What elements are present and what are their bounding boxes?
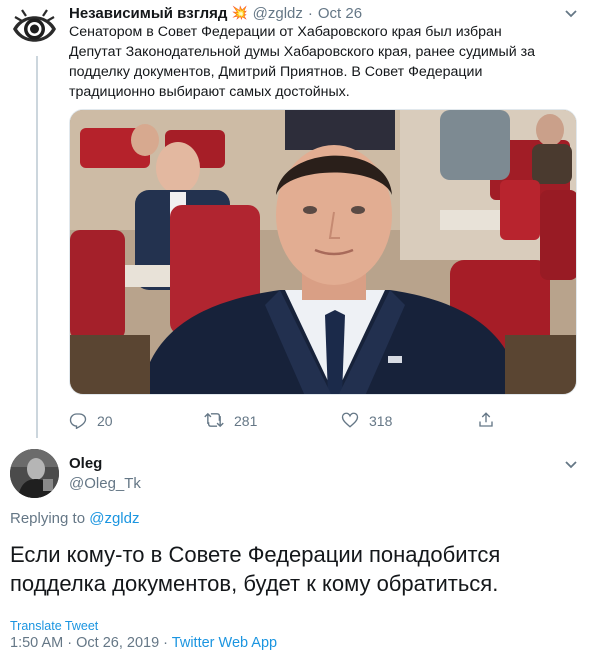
- reply-icon: [69, 411, 97, 432]
- chevron-down-icon[interactable]: [564, 9, 578, 19]
- like-button[interactable]: 318: [341, 409, 392, 433]
- reply-text-line: Если кому-то в Совете Федерации понадоби…: [10, 542, 501, 567]
- tweet-text: Сенатором в Совет Федерации от Хабаровск…: [69, 22, 569, 102]
- reply-text-line: подделка документов, будет к кому обрати…: [10, 571, 499, 596]
- tweet-date[interactable]: Oct 26: [318, 5, 362, 22]
- parent-tweet[interactable]: Независимый взгляд 💥 @zgldz · Oct 26 Сен…: [0, 0, 591, 445]
- replying-to: Replying to @zgldz: [10, 510, 139, 527]
- heart-icon: [341, 411, 369, 432]
- tweet-photo[interactable]: [69, 109, 577, 395]
- retweet-count: 281: [234, 413, 258, 429]
- eye-icon[interactable]: [10, 4, 59, 53]
- tweet-source-link[interactable]: Twitter Web App: [172, 635, 277, 651]
- replying-to-label: Replying to: [10, 510, 86, 527]
- retweet-button[interactable]: 281: [204, 409, 257, 433]
- display-name[interactable]: Независимый взгляд: [69, 5, 227, 22]
- reply-button[interactable]: 20: [69, 409, 113, 433]
- tweet-text-line: подделку документов, Дмитрий Приятнов. В…: [69, 64, 483, 80]
- separator-dot: ·: [163, 635, 169, 651]
- tweet-text-line: Депутат Законодательной думы Хабаровског…: [69, 44, 536, 60]
- share-button[interactable]: [477, 409, 505, 433]
- tweet-text-line: традиционно выбирают самых достойных.: [69, 84, 350, 100]
- tweet-metadata: 1:50 AM · Oct 26, 2019 · Twitter Web App: [10, 635, 277, 651]
- tweet-text-line: Сенатором в Совет Федерации от Хабаровск…: [69, 24, 502, 40]
- tweet-time[interactable]: 1:50 AM: [10, 635, 63, 651]
- tweet-date[interactable]: Oct 26, 2019: [76, 635, 159, 651]
- user-handle[interactable]: @zgldz: [253, 5, 303, 22]
- translate-tweet-link[interactable]: Translate Tweet: [10, 619, 98, 633]
- reply-count: 20: [97, 413, 113, 429]
- replying-to-link[interactable]: @zgldz: [89, 510, 139, 527]
- separator-dot: ·: [307, 4, 313, 22]
- display-name[interactable]: Oleg: [69, 455, 102, 472]
- retweet-icon: [204, 411, 234, 432]
- tweet-actions: 20 281 318: [69, 409, 509, 433]
- share-icon: [477, 411, 505, 432]
- reply-text: Если кому-то в Совете Федерации понадоби…: [10, 540, 580, 598]
- chevron-down-icon[interactable]: [564, 460, 578, 470]
- explosion-emoji: 💥: [231, 5, 248, 20]
- avatar[interactable]: [10, 449, 59, 498]
- like-count: 318: [369, 413, 393, 429]
- tweet-header: Независимый взгляд 💥 @zgldz · Oct 26: [69, 3, 362, 23]
- separator-dot: ·: [67, 635, 73, 651]
- user-handle[interactable]: @Oleg_Tk: [69, 475, 141, 492]
